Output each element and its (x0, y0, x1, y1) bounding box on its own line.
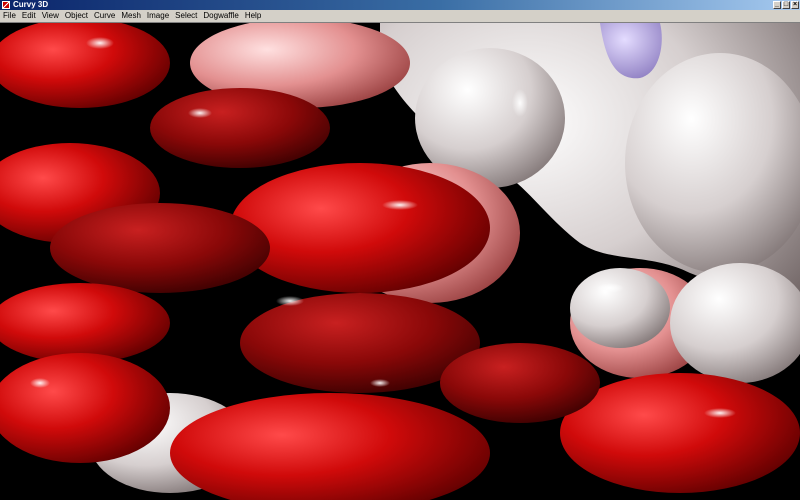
app-icon[interactable] (2, 1, 10, 9)
menu-view[interactable]: View (39, 10, 62, 22)
highlight (512, 89, 528, 117)
3d-viewport[interactable] (0, 23, 800, 500)
menu-help[interactable]: Help (242, 10, 264, 22)
maximize-button[interactable]: □ (782, 1, 790, 9)
application-window: Curvy 3D _ □ × File Edit View Object Cur… (0, 0, 800, 500)
menu-file[interactable]: File (0, 10, 19, 22)
window-title: Curvy 3D (13, 0, 49, 9)
highlight (382, 200, 418, 210)
menu-curve[interactable]: Curve (91, 10, 118, 22)
menu-select[interactable]: Select (172, 10, 200, 22)
grey-blob-right-bulb (570, 268, 670, 348)
window-controls: _ □ × (773, 1, 799, 9)
highlight (188, 108, 212, 118)
close-button[interactable]: × (791, 1, 799, 9)
red-blob-tube-1 (150, 88, 330, 168)
rendered-scene (0, 23, 800, 500)
red-blob-tube-2 (50, 203, 270, 293)
menu-dogwaffle[interactable]: Dogwaffle (200, 10, 241, 22)
highlight (276, 296, 304, 306)
highlight (704, 408, 736, 418)
highlight (370, 379, 390, 387)
title-bar[interactable]: Curvy 3D _ □ × (0, 0, 800, 10)
menu-mesh[interactable]: Mesh (118, 10, 144, 22)
menu-bar: File Edit View Object Curve Mesh Image S… (0, 10, 800, 23)
menu-object[interactable]: Object (62, 10, 91, 22)
red-blob-center (230, 163, 490, 293)
highlight (30, 378, 50, 388)
menu-image[interactable]: Image (144, 10, 172, 22)
red-blob-bottom-mid (440, 343, 600, 423)
minimize-button[interactable]: _ (773, 1, 781, 9)
highlight (596, 283, 624, 293)
menu-edit[interactable]: Edit (19, 10, 39, 22)
highlight (86, 37, 114, 49)
